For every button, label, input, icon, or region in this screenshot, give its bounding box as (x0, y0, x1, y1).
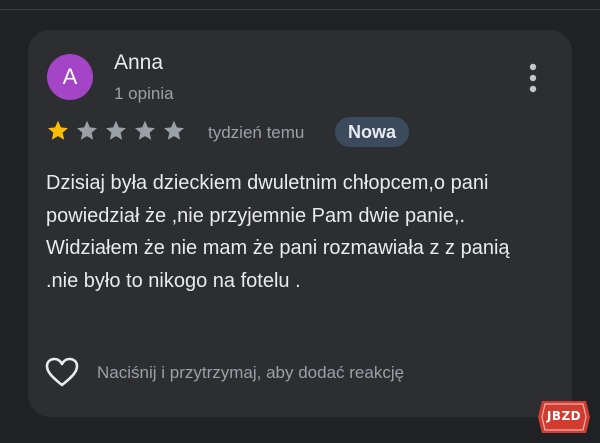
star-icon (104, 119, 128, 143)
author-name[interactable]: Anna (114, 51, 163, 75)
review-text: Dzisiaj była dzieckiem dwuletnim chłopce… (46, 172, 510, 292)
page: A Anna 1 opinia tydzień temu Nowa Dzisia… (0, 0, 600, 443)
author-review-count: 1 opinia (114, 84, 174, 103)
star-rating (46, 119, 191, 143)
heart-outline-icon[interactable] (44, 356, 80, 388)
star-icon (75, 119, 99, 143)
new-badge: Nowa (335, 117, 410, 147)
top-divider (0, 9, 600, 10)
avatar[interactable]: A (47, 54, 93, 100)
reaction-hint: Naciśnij i przytrzymaj, aby dodać reakcj… (97, 363, 405, 382)
review-time: tydzień temu (208, 123, 305, 142)
star-icon (46, 119, 70, 143)
review-card: A Anna 1 opinia tydzień temu Nowa Dzisia… (28, 30, 572, 417)
more-vert-icon (529, 63, 537, 93)
star-icon (162, 119, 186, 143)
watermark-text: JBZD (546, 409, 582, 423)
star-icon (133, 119, 157, 143)
reaction-row[interactable]: Naciśnij i przytrzymaj, aby dodać reakcj… (44, 356, 544, 390)
rating-row: tydzień temu Nowa (46, 117, 446, 147)
more-options-button[interactable] (522, 62, 544, 94)
watermark-logo: JBZD (536, 398, 592, 436)
